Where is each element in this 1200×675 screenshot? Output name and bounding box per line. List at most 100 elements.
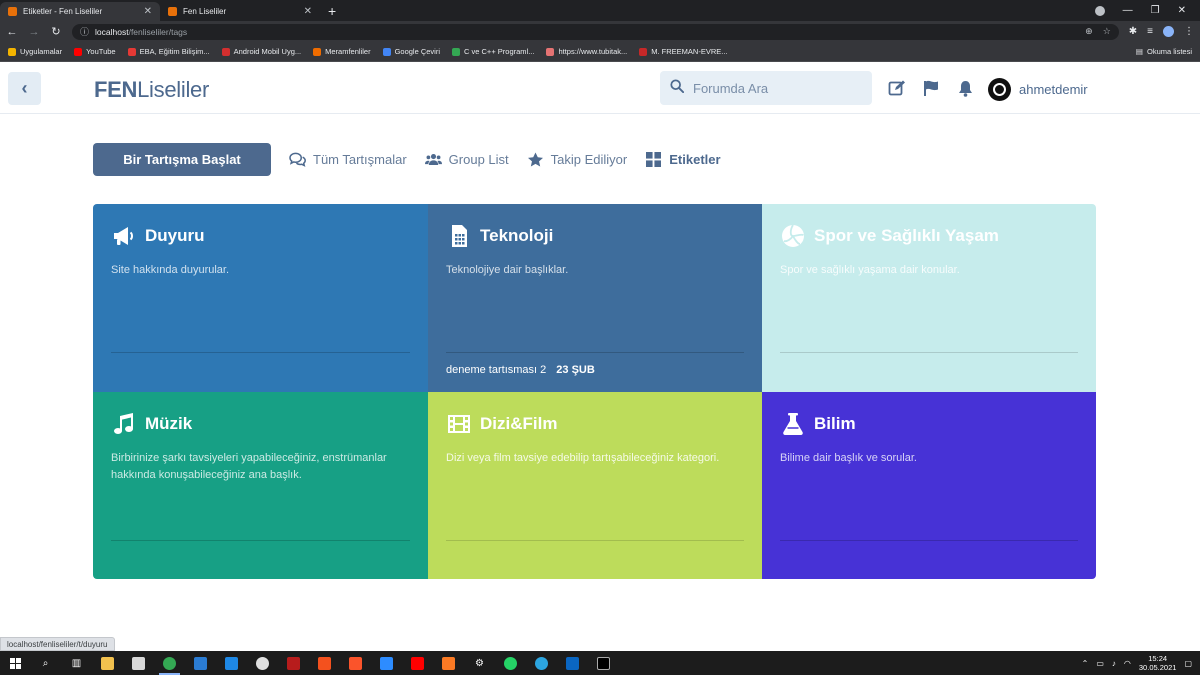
bookmark-android[interactable]: Android Mobil Uyg... bbox=[221, 47, 301, 56]
tray-chevron-up-icon[interactable]: ⌃ bbox=[1082, 659, 1089, 668]
apps-grid-icon bbox=[8, 47, 16, 56]
terminal-icon[interactable] bbox=[588, 651, 619, 675]
store-icon[interactable] bbox=[123, 651, 154, 675]
tray-battery-icon[interactable]: ▭ bbox=[1096, 659, 1104, 668]
nav-group-list[interactable]: Group List bbox=[424, 152, 509, 167]
book-icon bbox=[639, 47, 648, 56]
zoom-icon[interactable]: ⊕ bbox=[1085, 26, 1093, 37]
film-icon bbox=[446, 412, 472, 436]
tab-close-icon[interactable]: ✕ bbox=[144, 6, 152, 17]
tag-tile-bilim[interactable]: Bilim Bilime dair başlık ve sorular. bbox=[762, 392, 1096, 579]
notifications-icon[interactable]: ▢ bbox=[1184, 659, 1192, 668]
tag-grid: Duyuru Site hakkında duyurular. Teknoloj… bbox=[93, 204, 1096, 579]
tag-tile-spor[interactable]: Spor ve Sağlıklı Yaşam Spor ve sağlıklı … bbox=[762, 204, 1096, 392]
user-menu[interactable]: ahmetdemir bbox=[988, 78, 1088, 101]
url-path: /fenliseliler/tags bbox=[128, 26, 188, 37]
tag-title: Müzik bbox=[145, 414, 193, 433]
tab-close-icon[interactable]: ✕ bbox=[304, 6, 312, 17]
zoom-icon[interactable] bbox=[371, 651, 402, 675]
close-window-icon[interactable]: ✕ bbox=[1178, 5, 1186, 16]
profile-icon[interactable] bbox=[1094, 5, 1105, 16]
address-bar[interactable]: ⓘ localhost/fenliseliler/tags ⊕ ☆ bbox=[72, 23, 1119, 40]
notification-bell-icon[interactable] bbox=[956, 79, 974, 97]
nav-following[interactable]: Takip Ediliyor bbox=[527, 152, 627, 167]
bookmark-apps[interactable]: Uygulamalar bbox=[8, 47, 62, 56]
search-input[interactable] bbox=[693, 80, 853, 96]
bookmark-label: Meramfenliler bbox=[325, 47, 371, 56]
bookmark-meramfenliler[interactable]: Meramfenliler bbox=[313, 47, 371, 56]
youtube-icon[interactable] bbox=[402, 651, 433, 675]
bookmark-label: C ve C++ Programl... bbox=[464, 47, 535, 56]
chevron-left-icon: ‹ bbox=[21, 78, 28, 98]
site-logo[interactable]: FENLiseliler bbox=[94, 77, 209, 103]
minimize-icon[interactable]: — bbox=[1123, 5, 1133, 16]
search-icon bbox=[670, 79, 685, 97]
search-icon[interactable]: ⌕ bbox=[30, 651, 61, 675]
tag-tile-muzik[interactable]: Müzik Birbirinize şarkı tavsiyeleri yapa… bbox=[93, 392, 428, 579]
bookmark-label: Uygulamalar bbox=[20, 47, 63, 56]
clock-date: 30.05.2021 bbox=[1138, 663, 1177, 672]
bookmark-eba[interactable]: EBA, Eğitim Bilişim... bbox=[127, 47, 210, 56]
forward-arrow-icon[interactable]: → bbox=[28, 26, 40, 38]
nav-tags[interactable]: Etiketler bbox=[645, 152, 721, 167]
task-view-icon[interactable]: ▥ bbox=[61, 651, 92, 675]
extensions-puzzle-icon[interactable]: ✱ bbox=[1129, 26, 1137, 37]
tab-title: Fen Liseliler bbox=[183, 7, 227, 16]
tag-tile-dizi-film[interactable]: Dizi&Film Dizi veya film tavsiye edebili… bbox=[428, 392, 762, 579]
flag-icon[interactable] bbox=[922, 79, 940, 97]
reload-icon[interactable]: ↻ bbox=[50, 25, 62, 38]
site-header: ‹ FENLiseliler ahmetdemir bbox=[0, 63, 1200, 114]
bookmark-c-programlama[interactable]: C ve C++ Programl... bbox=[452, 47, 534, 56]
tag-tile-duyuru[interactable]: Duyuru Site hakkında duyurular. bbox=[93, 204, 428, 392]
start-discussion-button[interactable]: Bir Tartışma Başlat bbox=[93, 143, 271, 176]
info-icon[interactable]: ⓘ bbox=[80, 25, 89, 38]
chrome-icon[interactable] bbox=[154, 651, 185, 675]
nav-label: Group List bbox=[448, 152, 509, 167]
telegram-icon[interactable] bbox=[526, 651, 557, 675]
file-explorer-icon[interactable] bbox=[92, 651, 123, 675]
drive-icon bbox=[452, 47, 461, 56]
account-avatar-icon[interactable] bbox=[1163, 26, 1174, 37]
back-arrow-icon[interactable]: ← bbox=[6, 26, 18, 38]
brave-icon[interactable] bbox=[340, 651, 371, 675]
app-orange-icon[interactable] bbox=[309, 651, 340, 675]
media-icon[interactable]: ≡ bbox=[1147, 26, 1153, 37]
star-icon bbox=[527, 152, 543, 167]
bookmark-google-ceviri[interactable]: Google Çeviri bbox=[382, 47, 440, 56]
tray-network-icon[interactable]: ◠ bbox=[1124, 659, 1131, 668]
browser-tab-etiketler[interactable]: Etiketler - Fen Liseliler ✕ bbox=[0, 2, 160, 21]
reading-list[interactable]: ▤ Okuma listesi bbox=[1136, 47, 1192, 56]
mail-icon[interactable] bbox=[185, 651, 216, 675]
bookmark-tubitak[interactable]: https://www.tubitak... bbox=[546, 47, 627, 56]
browser-tab-fen-liseliler[interactable]: Fen Liseliler ✕ bbox=[160, 2, 320, 21]
app-window-icon[interactable] bbox=[216, 651, 247, 675]
last-discussion[interactable]: deneme tartısması 2 23 ŞUB bbox=[446, 364, 595, 376]
tag-tile-teknoloji[interactable]: Teknoloji Teknolojiye dair başlıklar. de… bbox=[428, 204, 762, 392]
browser-menu-icon[interactable]: ⋮ bbox=[1184, 26, 1194, 37]
forum-search[interactable] bbox=[660, 71, 872, 105]
username: ahmetdemir bbox=[1019, 82, 1088, 97]
app-circle-icon[interactable] bbox=[247, 651, 278, 675]
tag-description: Dizi veya film tavsiye edebilip tartışab… bbox=[446, 452, 720, 464]
last-discussion-date: 23 ŞUB bbox=[556, 364, 595, 376]
whatsapp-icon[interactable] bbox=[495, 651, 526, 675]
compose-icon[interactable] bbox=[888, 79, 906, 97]
bookmarks-bar: Uygulamalar YouTube EBA, Eğitim Bilişim.… bbox=[0, 42, 1200, 62]
settings-gear-icon[interactable]: ⚙ bbox=[464, 651, 495, 675]
new-tab-icon[interactable]: + bbox=[320, 3, 344, 21]
xampp-icon[interactable] bbox=[433, 651, 464, 675]
site-favicon-icon bbox=[168, 7, 177, 16]
tray-volume-icon[interactable]: ♪ bbox=[1112, 659, 1116, 668]
windows-start-icon[interactable] bbox=[0, 657, 30, 669]
bookmark-star-icon[interactable]: ☆ bbox=[1103, 26, 1111, 37]
tag-description: Spor ve sağlıklı yaşama dair konular. bbox=[780, 264, 960, 276]
nav-all-discussions[interactable]: Tüm Tartışmalar bbox=[289, 152, 407, 167]
back-button[interactable]: ‹ bbox=[8, 72, 41, 105]
restore-icon[interactable]: ❐ bbox=[1151, 5, 1160, 16]
linkedin-icon[interactable] bbox=[557, 651, 588, 675]
app-red-square-icon[interactable] bbox=[278, 651, 309, 675]
translate-icon bbox=[382, 47, 391, 56]
bookmark-freeman[interactable]: M. FREEMAN-EVRE... bbox=[639, 47, 728, 56]
bookmark-youtube[interactable]: YouTube bbox=[74, 47, 116, 56]
taskbar-clock[interactable]: 15:24 30.05.2021 bbox=[1139, 654, 1177, 672]
